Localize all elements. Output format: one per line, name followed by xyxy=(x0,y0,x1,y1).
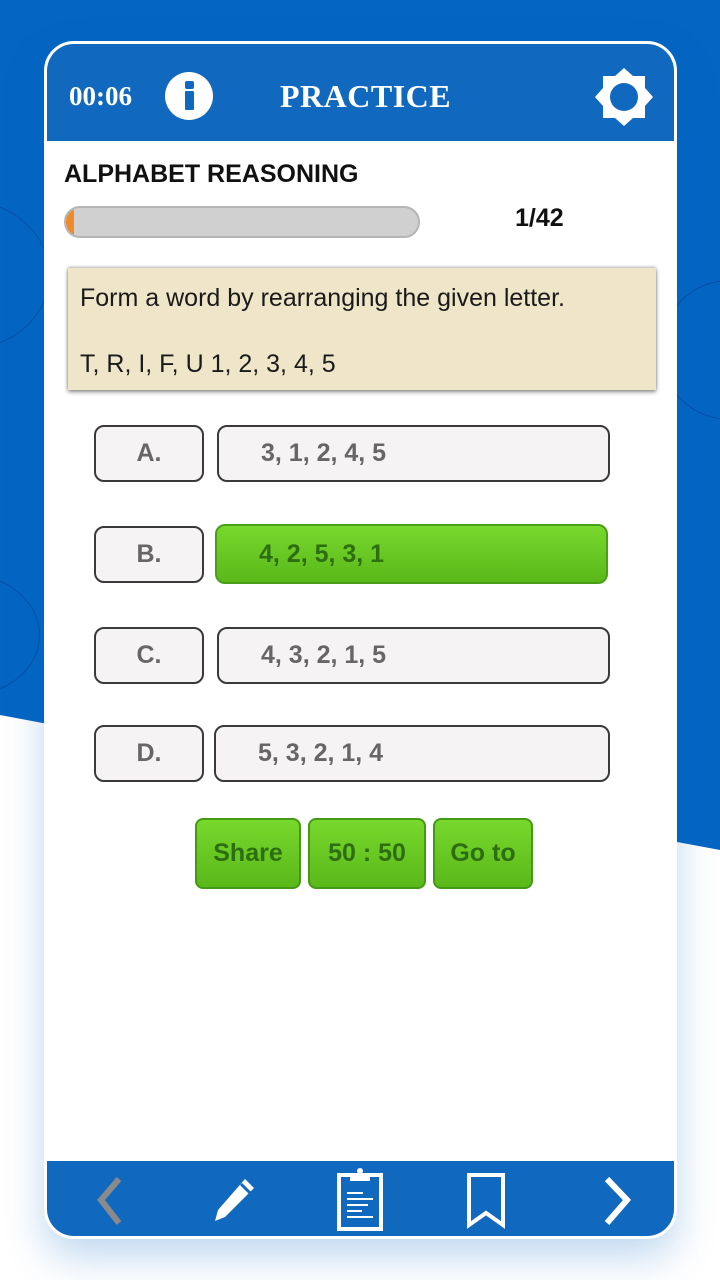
option-d-label[interactable]: D. xyxy=(94,725,204,782)
option-a-answer[interactable]: 3, 1, 2, 4, 5 xyxy=(217,425,610,482)
fifty-fifty-button[interactable]: 50 : 50 xyxy=(308,818,426,889)
pencil-icon[interactable] xyxy=(207,1173,261,1227)
chevron-left-icon[interactable] xyxy=(83,1173,137,1227)
quiz-screen: 00:06 PRACTICE ALPHABET REASONING 1/42 F… xyxy=(44,41,677,1239)
progress-bar xyxy=(64,206,420,238)
chevron-right-icon[interactable] xyxy=(591,1173,645,1227)
option-c-answer[interactable]: 4, 3, 2, 1, 5 xyxy=(217,627,610,684)
option-c-label[interactable]: C. xyxy=(94,627,204,684)
clipboard-icon[interactable] xyxy=(332,1167,388,1231)
goto-button[interactable]: Go to xyxy=(433,818,533,889)
question-card: Form a word by rearranging the given let… xyxy=(68,268,656,390)
option-b-label[interactable]: B. xyxy=(94,526,204,583)
section-title: ALPHABET REASONING xyxy=(64,160,359,188)
option-a-label[interactable]: A. xyxy=(94,425,204,482)
header-bar: 00:06 PRACTICE xyxy=(47,44,674,141)
bookmark-icon[interactable] xyxy=(461,1171,511,1231)
info-icon[interactable] xyxy=(165,72,213,120)
option-d-answer[interactable]: 5, 3, 2, 1, 4 xyxy=(214,725,610,782)
page-title: PRACTICE xyxy=(280,78,452,114)
question-text: Form a word by rearranging the given let… xyxy=(80,284,565,312)
question-counter: 1/42 xyxy=(515,204,564,232)
question-letters: T, R, I, F, U 1, 2, 3, 4, 5 xyxy=(80,350,336,378)
option-b-answer[interactable]: 4, 2, 5, 3, 1 xyxy=(215,524,608,584)
progress-fill xyxy=(66,208,75,236)
timer: 00:06 xyxy=(69,81,132,111)
bottom-nav xyxy=(47,1161,674,1236)
settings-gear-icon[interactable] xyxy=(593,66,655,128)
share-button[interactable]: Share xyxy=(195,818,301,889)
